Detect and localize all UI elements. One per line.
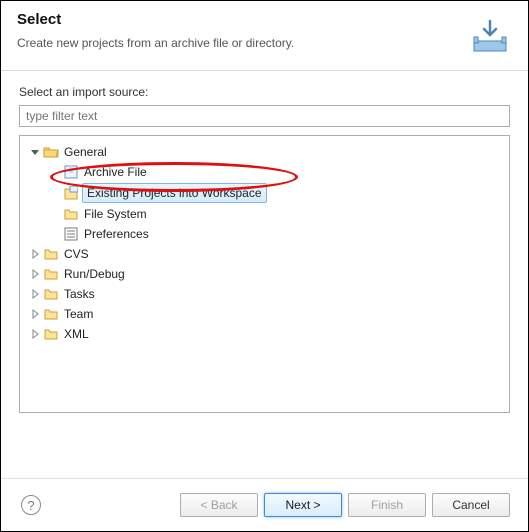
folder-icon xyxy=(42,288,60,300)
project-icon xyxy=(62,186,80,200)
folder-icon xyxy=(42,328,60,340)
back-button[interactable]: < Back xyxy=(180,493,258,517)
tree-label: Archive File xyxy=(82,163,149,181)
tree-node-run-debug[interactable]: Run/Debug xyxy=(24,264,505,284)
tree-node-tasks[interactable]: Tasks xyxy=(24,284,505,304)
folder-open-icon xyxy=(42,145,60,159)
chevron-right-icon[interactable] xyxy=(28,329,42,339)
tree-node-preferences[interactable]: Preferences xyxy=(24,224,505,244)
help-button[interactable]: ? xyxy=(21,495,41,515)
tree-node-file-system[interactable]: File System xyxy=(24,204,505,224)
filter-text-input[interactable] xyxy=(19,105,510,127)
cancel-button[interactable]: Cancel xyxy=(432,493,510,517)
tree-label: XML xyxy=(62,325,91,343)
tree-label: Run/Debug xyxy=(62,265,127,283)
import-source-label: Select an import source: xyxy=(19,85,510,99)
tree-label: Preferences xyxy=(82,225,151,243)
preferences-icon xyxy=(62,227,80,241)
folder-icon xyxy=(42,248,60,260)
tree-label: Team xyxy=(62,305,95,323)
tree-label: File System xyxy=(82,205,149,223)
folder-icon xyxy=(42,268,60,280)
tree-label: General xyxy=(62,143,109,161)
wizard-button-bar: < Back Next > Finish Cancel xyxy=(180,493,510,517)
page-title: Select xyxy=(17,11,512,28)
tree-node-existing-projects[interactable]: Existing Projects into Workspace xyxy=(24,182,505,204)
archive-icon xyxy=(62,165,80,179)
next-button[interactable]: Next > xyxy=(264,493,342,517)
finish-button[interactable]: Finish xyxy=(348,493,426,517)
page-description: Create new projects from an archive file… xyxy=(17,36,512,50)
wizard-content: Select an import source: General Archive… xyxy=(1,71,528,423)
tree-node-team[interactable]: Team xyxy=(24,304,505,324)
chevron-right-icon[interactable] xyxy=(28,289,42,299)
wizard-header: Select Create new projects from an archi… xyxy=(1,1,528,71)
tree-node-archive-file[interactable]: Archive File xyxy=(24,162,505,182)
tree-label: CVS xyxy=(62,245,91,263)
tree-node-general[interactable]: General xyxy=(24,142,505,162)
tree-node-xml[interactable]: XML xyxy=(24,324,505,344)
divider xyxy=(1,478,528,479)
chevron-down-icon[interactable] xyxy=(28,147,42,157)
chevron-right-icon[interactable] xyxy=(28,269,42,279)
import-icon xyxy=(468,19,512,58)
folder-icon xyxy=(62,208,80,220)
folder-icon xyxy=(42,308,60,320)
tree-label: Existing Projects into Workspace xyxy=(82,183,267,203)
import-source-tree[interactable]: General Archive File Existing Projects i… xyxy=(19,135,510,413)
tree-node-cvs[interactable]: CVS xyxy=(24,244,505,264)
chevron-right-icon[interactable] xyxy=(28,249,42,259)
chevron-right-icon[interactable] xyxy=(28,309,42,319)
tree-label: Tasks xyxy=(62,285,97,303)
